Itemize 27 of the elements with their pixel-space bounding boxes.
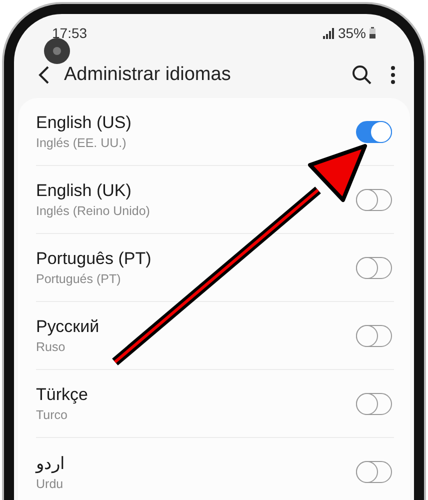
toggle-switch[interactable] (356, 256, 392, 278)
language-name: Türkçe (36, 385, 88, 405)
language-name: اردو (36, 452, 65, 474)
language-subtitle: Turco (36, 408, 68, 422)
toggle-switch[interactable] (356, 392, 392, 414)
toggle-switch[interactable] (356, 188, 392, 210)
language-name: Русский (36, 317, 100, 337)
battery-icon (369, 27, 376, 39)
status-time: 17:53 (52, 25, 88, 41)
battery-percent: 35% (338, 25, 366, 41)
toggle-switch[interactable] (356, 120, 392, 142)
language-subtitle: Inglés (Reino Unido) (36, 204, 150, 218)
language-subtitle: Portugués (PT) (36, 272, 122, 286)
search-icon (352, 65, 372, 85)
toggle-switch[interactable] (356, 324, 392, 346)
language-subtitle: Urdu (36, 476, 64, 490)
language-subtitle: Inglés (EE. UU.) (36, 136, 128, 150)
language-name: English (US) (36, 113, 132, 133)
language-name: Português (PT) (36, 249, 152, 269)
back-icon (38, 65, 50, 85)
toggle-switch[interactable] (356, 460, 392, 482)
menu-icon (390, 65, 396, 85)
camera-icon (44, 38, 70, 64)
signal-icon (322, 28, 335, 38)
screen-title: Administrar idiomas (64, 64, 232, 86)
language-name: English (UK) (36, 181, 132, 201)
language-subtitle: Ruso (36, 340, 66, 354)
